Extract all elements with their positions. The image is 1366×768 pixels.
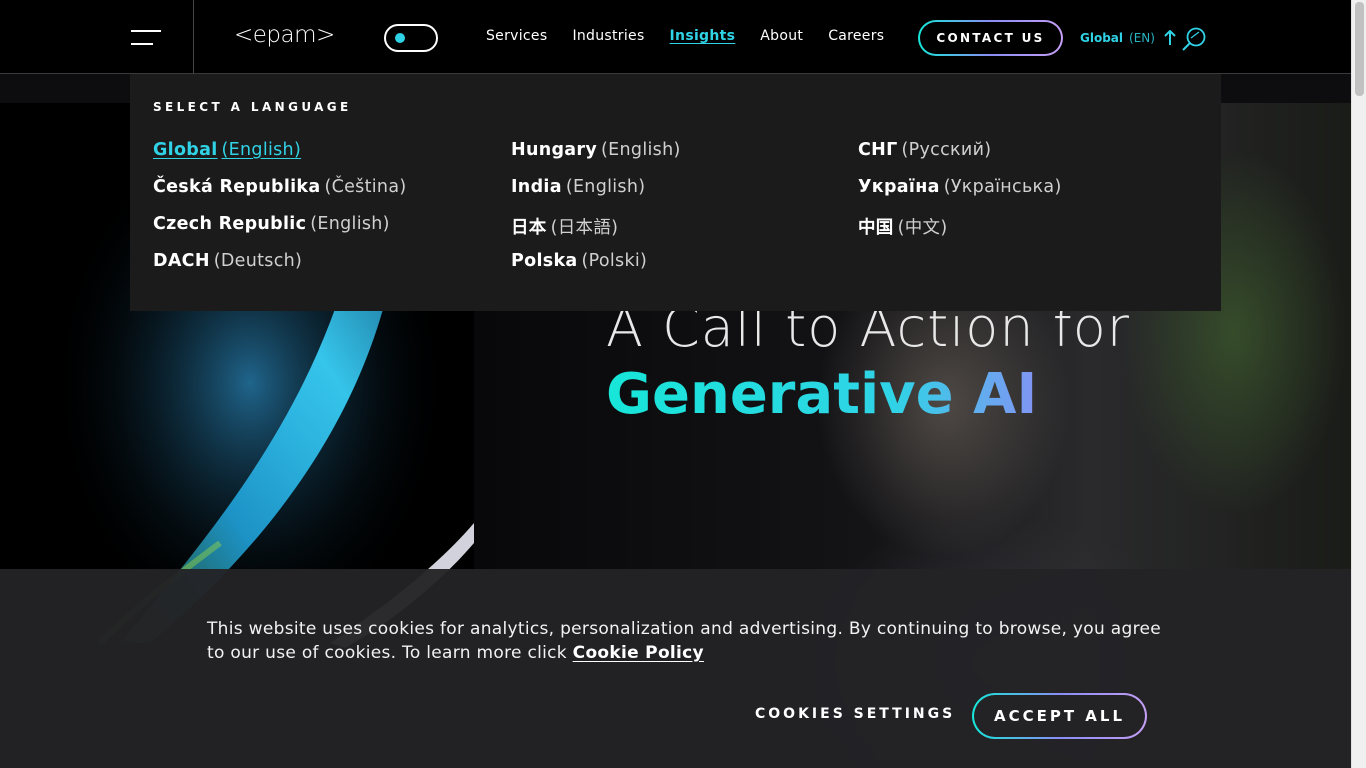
epam-logo[interactable]: <epam> <box>234 22 335 48</box>
language-option-china[interactable]: 中国 (中文) <box>858 214 1062 251</box>
cookie-banner: This website uses cookies for analytics,… <box>0 569 1351 768</box>
theme-toggle[interactable] <box>384 24 438 52</box>
menu-icon[interactable] <box>131 28 163 48</box>
language-column-1: Global (English) Česká Republika (Čeština)… <box>153 140 406 288</box>
language-option-japan[interactable]: 日本 (日本語) <box>511 214 681 251</box>
language-option-india[interactable]: India (English) <box>511 177 681 214</box>
language-option-ceska-republika[interactable]: Česká Republika (Čeština) <box>153 177 406 214</box>
language-panel: SELECT A LANGUAGE Global (English) Česká … <box>130 74 1221 311</box>
search-icon[interactable] <box>1181 26 1209 52</box>
arrow-up-icon <box>1164 30 1176 45</box>
language-option-global[interactable]: Global (English) <box>153 140 406 177</box>
language-column-3: СНГ (Русский) Україна (Українська) 中国 (中文) <box>858 140 1062 251</box>
hero-title-line2: Generative AI <box>606 360 1130 430</box>
nav-industries[interactable]: Industries <box>572 28 644 44</box>
language-region: Global <box>1080 31 1124 45</box>
hero-title: A Call to Action for Generative AI <box>606 296 1130 430</box>
site-header: <epam> Services Industries Insights Abou… <box>0 0 1351 74</box>
cookies-settings-button[interactable]: COOKIES SETTINGS <box>755 706 955 722</box>
language-code: (EN) <box>1129 31 1155 45</box>
language-switcher[interactable]: Global (EN) <box>1080 30 1177 46</box>
scrollbar-thumb[interactable] <box>1355 2 1364 96</box>
nav-about[interactable]: About <box>760 28 803 44</box>
language-option-polska[interactable]: Polska (Polski) <box>511 251 681 288</box>
nav-services[interactable]: Services <box>486 28 547 44</box>
language-option-hungary[interactable]: Hungary (English) <box>511 140 681 177</box>
cookie-message: This website uses cookies for analytics,… <box>207 617 1167 665</box>
nav-insights[interactable]: Insights <box>670 28 736 44</box>
contact-us-button[interactable]: CONTACT US <box>918 20 1063 56</box>
header-divider <box>193 0 194 74</box>
language-option-cis[interactable]: СНГ (Русский) <box>858 140 1062 177</box>
accept-all-button[interactable]: ACCEPT ALL <box>972 693 1147 739</box>
page-scrollbar[interactable] <box>1351 0 1366 768</box>
language-panel-heading: SELECT A LANGUAGE <box>153 100 352 114</box>
language-column-2: Hungary (English) India (English) 日本 (日本語) … <box>511 140 681 288</box>
cookie-policy-link[interactable]: Cookie Policy <box>573 643 704 663</box>
main-nav: Services Industries Insights About Caree… <box>486 28 909 44</box>
nav-careers[interactable]: Careers <box>828 28 884 44</box>
language-option-czech-republic[interactable]: Czech Republic (English) <box>153 214 406 251</box>
toggle-knob <box>395 33 405 43</box>
language-option-dach[interactable]: DACH (Deutsch) <box>153 251 406 288</box>
language-option-ukraine[interactable]: Україна (Українська) <box>858 177 1062 214</box>
